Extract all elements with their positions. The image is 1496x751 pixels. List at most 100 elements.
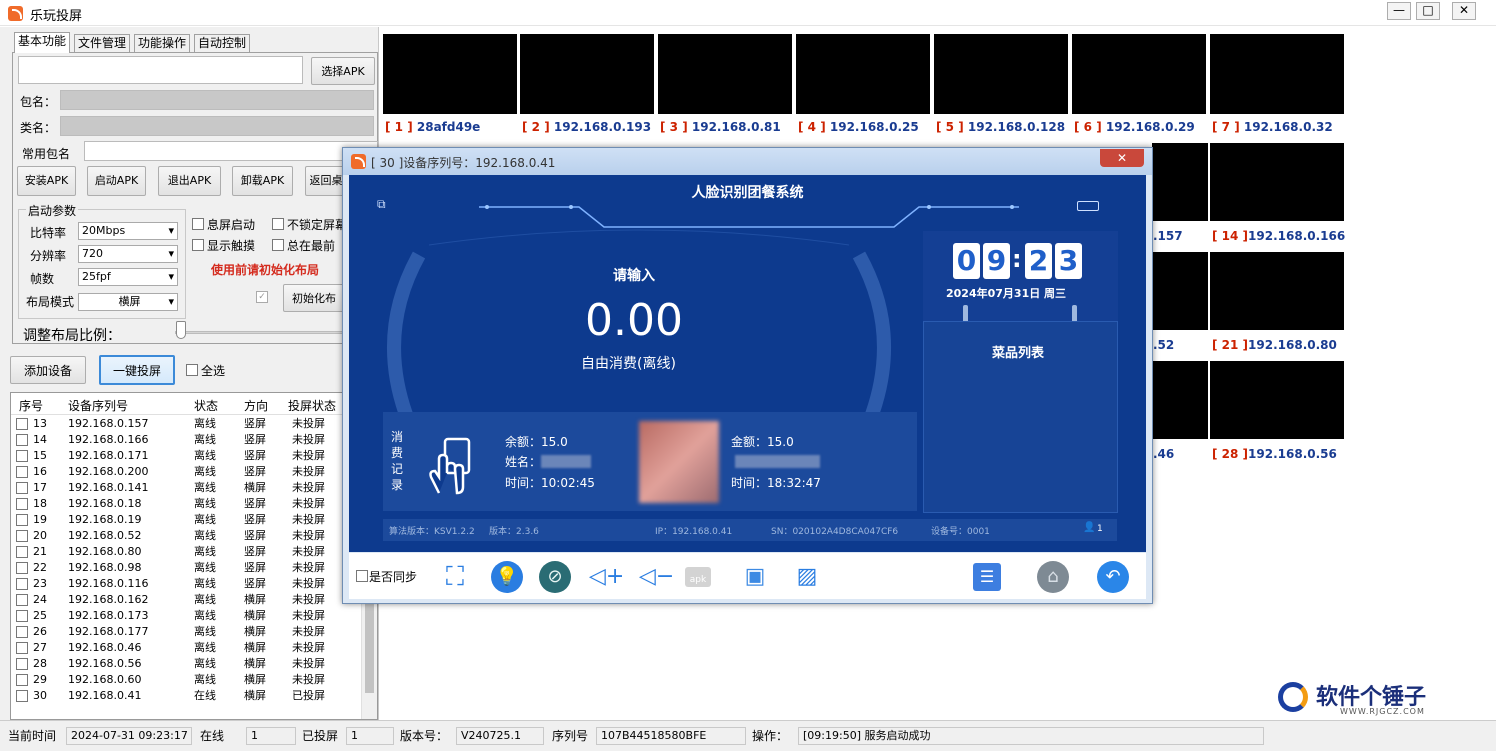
device-thumbnail[interactable] [1210, 361, 1344, 439]
table-row[interactable]: 21 192.168.0.80 离线 竖屏 未投屏 [11, 544, 377, 560]
install-apk-button[interactable]: 安装APK [17, 166, 76, 196]
table-row[interactable]: 19 192.168.0.19 离线 竖屏 未投屏 [11, 512, 377, 528]
tab-auto[interactable]: 自动控制 [194, 34, 251, 52]
resolution-select[interactable]: 720 [78, 245, 178, 263]
folder-upload-icon[interactable]: ▣ [739, 561, 771, 593]
fps-select[interactable]: 25fpf [78, 268, 178, 286]
tab-files[interactable]: 文件管理 [74, 34, 131, 52]
row-checkbox[interactable] [16, 546, 28, 558]
row-checkbox[interactable] [16, 418, 28, 430]
row-checkbox[interactable] [16, 450, 28, 462]
device-thumbnail[interactable] [520, 34, 654, 114]
tab-operations[interactable]: 功能操作 [134, 34, 191, 52]
row-checkbox[interactable] [16, 642, 28, 654]
one-click-cast-button[interactable]: 一键投屏 [99, 355, 175, 385]
class-field[interactable] [60, 116, 374, 136]
launch-apk-button[interactable]: 启动APK [87, 166, 146, 196]
table-row[interactable]: 30 192.168.0.41 在线 横屏 已投屏 [11, 688, 377, 704]
device-thumbnail[interactable] [1152, 252, 1208, 330]
uninstall-apk-button[interactable]: 卸载APK [232, 166, 293, 196]
package-field[interactable] [60, 90, 374, 110]
row-checkbox[interactable] [16, 498, 28, 510]
device-table[interactable]: 序号 设备序列号 状态 方向 投屏状态 13 192.168.0.157 离线 竖屏未… [10, 392, 378, 720]
device-thumbnail[interactable] [1072, 34, 1206, 114]
return-desktop-button[interactable]: 返回桌 [305, 166, 347, 196]
row-checkbox[interactable] [16, 562, 28, 574]
device-thumbnail[interactable] [1210, 34, 1344, 114]
device-thumbnail[interactable] [934, 34, 1068, 114]
col-index[interactable]: 序号 [19, 397, 43, 414]
common-package-combo[interactable] [84, 141, 378, 161]
home-icon[interactable]: ⌂ [1037, 561, 1069, 593]
table-row[interactable]: 23 192.168.0.116 离线 竖屏 未投屏 [11, 576, 377, 592]
screen-off-icon[interactable]: ⊘ [539, 561, 571, 593]
sync-checkbox[interactable] [356, 570, 368, 582]
table-row[interactable]: 28 192.168.0.56 离线 横屏 未投屏 [11, 656, 377, 672]
table-row[interactable]: 14 192.168.0.166 离线 竖屏 未投屏 [11, 432, 377, 448]
tab-basic[interactable]: 基本功能 [14, 32, 71, 53]
volume-up-icon[interactable]: ◁+ [589, 561, 624, 593]
row-checkbox[interactable] [16, 594, 28, 606]
table-row[interactable]: 15 192.168.0.171 离线 竖屏 未投屏 [11, 448, 377, 464]
bulb-icon[interactable]: 💡 [491, 561, 523, 593]
col-cast-state[interactable]: 投屏状态 [288, 397, 336, 414]
screenshot-crop-icon[interactable]: ⛶ [439, 561, 471, 593]
table-row[interactable]: 27 192.168.0.46 离线 横屏 未投屏 [11, 640, 377, 656]
table-row[interactable]: 26 192.168.0.177 离线 横屏 未投屏 [11, 624, 377, 640]
row-checkbox[interactable] [16, 466, 28, 478]
always-top-checkbox[interactable] [272, 239, 284, 251]
screen-off-checkbox[interactable] [192, 218, 204, 230]
row-checkbox[interactable] [16, 530, 28, 542]
row-checkbox[interactable] [16, 658, 28, 670]
row-checkbox[interactable] [16, 610, 28, 622]
maximize-button[interactable]: □ [1416, 2, 1440, 20]
device-thumbnail[interactable] [1210, 143, 1344, 221]
col-orientation[interactable]: 方向 [244, 397, 268, 414]
row-checkbox[interactable] [16, 690, 28, 702]
apk-icon[interactable]: apk [685, 567, 711, 587]
device-thumbnail[interactable] [1152, 143, 1208, 221]
row-checkbox[interactable] [16, 674, 28, 686]
device-thumbnail[interactable] [658, 34, 792, 114]
device-thumbnail[interactable] [1210, 252, 1344, 330]
table-row[interactable]: 25 192.168.0.173 离线 横屏 未投屏 [11, 608, 377, 624]
table-row[interactable]: 22 192.168.0.98 离线 竖屏 未投屏 [11, 560, 377, 576]
show-touch-checkbox[interactable] [192, 239, 204, 251]
select-apk-button[interactable]: 选择APK [311, 57, 375, 85]
layout-select[interactable]: 横屏 [78, 293, 178, 311]
table-row[interactable]: 20 192.168.0.52 离线 竖屏 未投屏 [11, 528, 377, 544]
ratio-slider-track[interactable] [175, 331, 343, 334]
col-serial[interactable]: 设备序列号 [68, 397, 128, 414]
table-row[interactable]: 16 192.168.0.200 离线 竖屏 未投屏 [11, 464, 377, 480]
device-thumbnail[interactable] [1152, 361, 1208, 439]
settings-sliders-icon[interactable]: ☰ [973, 563, 1001, 591]
row-checkbox[interactable] [16, 434, 28, 446]
close-button[interactable]: ✕ [1452, 2, 1476, 20]
table-row[interactable]: 24 192.168.0.162 离线 横屏 未投屏 [11, 592, 377, 608]
table-row[interactable]: 13 192.168.0.157 离线 竖屏 未投屏 [11, 416, 377, 432]
volume-down-icon[interactable]: ◁− [639, 561, 674, 593]
exit-apk-button[interactable]: 退出APK [158, 166, 221, 196]
device-window[interactable]: [ 30 ]设备序列号：192.168.0.41 ✕ ⧉ 人脸识别团餐系统 请输… [342, 147, 1153, 604]
apk-path-input[interactable] [18, 56, 303, 84]
row-checkbox[interactable] [16, 514, 28, 526]
table-row[interactable]: 29 192.168.0.60 离线 横屏 未投屏 [11, 672, 377, 688]
col-state[interactable]: 状态 [194, 397, 218, 414]
no-lock-checkbox[interactable] [272, 218, 284, 230]
init-checkbox[interactable]: ✓ [256, 291, 268, 303]
table-row[interactable]: 17 192.168.0.141 离线 横屏 未投屏 [11, 480, 377, 496]
bitrate-select[interactable]: 20Mbps [78, 222, 178, 240]
ratio-slider-thumb[interactable] [176, 321, 186, 339]
row-checkbox[interactable] [16, 626, 28, 638]
row-checkbox[interactable] [16, 482, 28, 494]
table-row[interactable]: 18 192.168.0.18 离线 竖屏 未投屏 [11, 496, 377, 512]
minimize-button[interactable]: — [1387, 2, 1411, 20]
row-checkbox[interactable] [16, 578, 28, 590]
device-thumbnail[interactable] [383, 34, 517, 114]
add-device-button[interactable]: 添加设备 [10, 356, 86, 384]
device-window-close[interactable]: ✕ [1100, 149, 1144, 167]
device-screen[interactable]: ⧉ 人脸识别团餐系统 请输入 0.00 自由消费(离线) 0923: 2024年… [349, 175, 1146, 552]
init-layout-button[interactable]: 初始化布 [283, 284, 345, 312]
image-upload-icon[interactable]: ▨ [791, 561, 823, 593]
select-all-checkbox[interactable] [186, 364, 198, 376]
